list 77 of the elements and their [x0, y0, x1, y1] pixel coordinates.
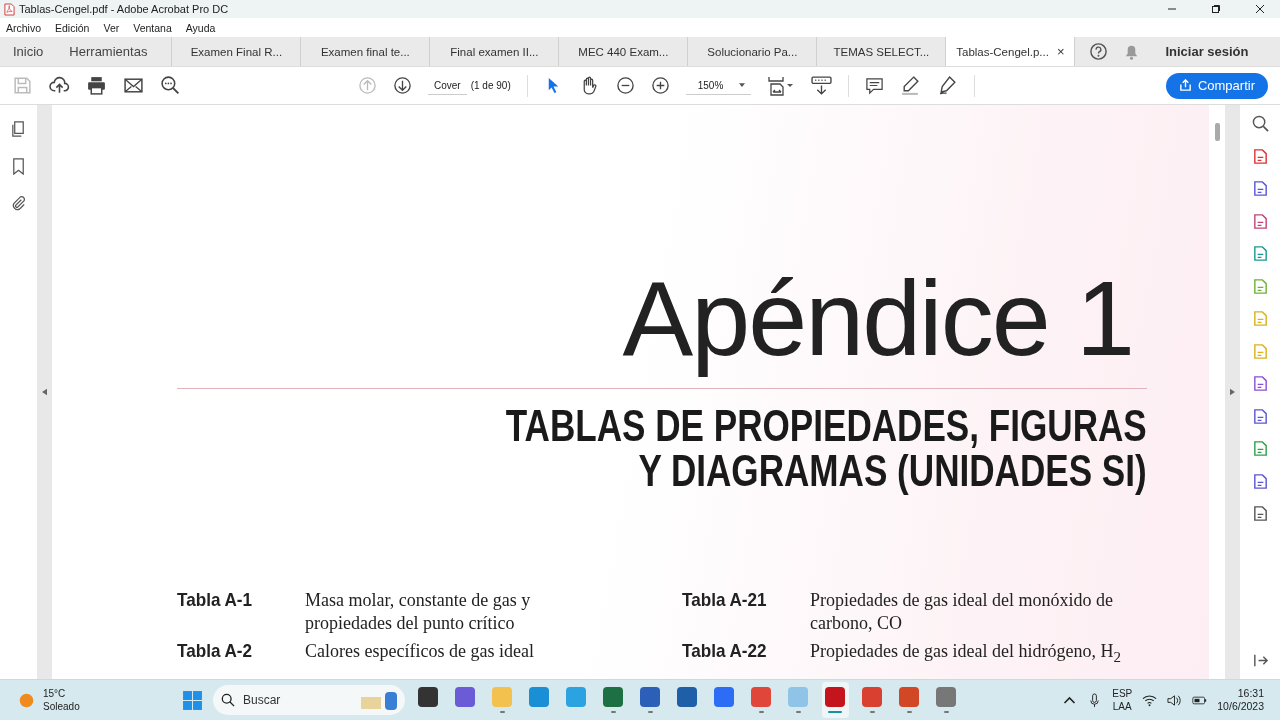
- temperature: 15°C: [43, 687, 67, 700]
- table-description: Propiedades de gas ideal del monóxido de carbono, CO: [810, 589, 1114, 636]
- speaker-icon[interactable]: [1167, 692, 1183, 708]
- table-description: Masa molar, constante de gas y propiedades del punto crítico: [305, 589, 532, 636]
- restore-icon[interactable]: [1211, 4, 1221, 14]
- zoom-tool-icon[interactable]: [1251, 115, 1269, 132]
- bookmark-icon[interactable]: [10, 158, 27, 175]
- tool-icon[interactable]: [1251, 212, 1269, 230]
- taskbar-search-field[interactable]: Buscar: [213, 685, 405, 715]
- paperclip-icon[interactable]: [10, 195, 27, 212]
- menu-item[interactable]: Ayuda: [185, 21, 216, 34]
- page-number-field[interactable]: Cover: [428, 76, 467, 95]
- expand-left-icon[interactable]: [42, 388, 47, 396]
- share-icon: [1178, 79, 1192, 92]
- chapter-heading: TABLAS DE PROPIEDADES, FIGURAS: [506, 403, 1147, 449]
- document-tab[interactable]: MEC 440 Exam...: [558, 37, 688, 66]
- nav-tab[interactable]: Herramientas: [56, 37, 172, 66]
- next-page-icon[interactable]: [393, 76, 412, 95]
- collapse-panel-icon[interactable]: [1251, 652, 1269, 669]
- clock[interactable]: 16:31 10/6/2023: [1217, 687, 1268, 713]
- chapter-heading: Y DIAGRAMAS (UNIDADES SI): [638, 448, 1147, 494]
- table-label: Tabla A-1: [177, 589, 254, 613]
- search-icon[interactable]: [160, 75, 181, 96]
- table-description: Calores específicos de gas ideal: [305, 640, 535, 664]
- menu-item[interactable]: Ventana: [133, 21, 172, 34]
- menu-item[interactable]: Ver: [103, 21, 120, 34]
- tab-close-button[interactable]: ×: [1056, 44, 1065, 59]
- table-label: Tabla A-2: [177, 640, 254, 664]
- page-count: (1 de 90): [470, 80, 511, 91]
- weather-condition: Soleado: [43, 700, 80, 713]
- close-icon[interactable]: [1255, 4, 1265, 14]
- scroll-mode-icon[interactable]: [811, 75, 833, 96]
- tool-icon[interactable]: [1251, 375, 1269, 392]
- tool-icon[interactable]: [1251, 472, 1269, 490]
- pen-sign-icon[interactable]: [937, 75, 959, 96]
- nav-tab[interactable]: Inicio: [0, 37, 57, 66]
- tool-icon[interactable]: [1251, 407, 1269, 425]
- table-label: Tabla A-21: [682, 589, 768, 613]
- search-icon: [221, 693, 235, 707]
- sign-in-link[interactable]: Iniciar sesión: [1165, 44, 1249, 59]
- zoom-in-icon[interactable]: [650, 76, 670, 95]
- menu-item[interactable]: Edición: [55, 21, 90, 34]
- zoom-out-icon[interactable]: [615, 76, 635, 95]
- language-indicator[interactable]: ESP LAA: [1112, 687, 1133, 713]
- fit-page-icon[interactable]: [767, 75, 796, 96]
- expand-right-icon[interactable]: [1230, 388, 1235, 396]
- menu-item[interactable]: Archivo: [6, 21, 41, 34]
- tool-icon[interactable]: [1251, 180, 1269, 197]
- table-description: Propiedades de gas ideal del hidrógeno, H$_{2}$: [810, 640, 1122, 667]
- tool-icon[interactable]: [1251, 505, 1269, 522]
- pdf-file-icon: [4, 2, 15, 16]
- tool-icon[interactable]: [1251, 440, 1269, 457]
- tool-icon[interactable]: [1251, 245, 1269, 262]
- tool-icon[interactable]: [1251, 147, 1269, 165]
- help-icon[interactable]: [1089, 42, 1109, 61]
- windows-start-icon[interactable]: [182, 689, 203, 711]
- wifi-icon[interactable]: [1142, 692, 1158, 708]
- document-tab[interactable]: Tablas-Cengel.p... ×: [945, 37, 1075, 66]
- document-tab[interactable]: Solucionario Pa...: [687, 37, 817, 66]
- zoom-dropdown[interactable]: 150%: [685, 76, 752, 95]
- comment-icon[interactable]: [865, 76, 885, 95]
- document-tab[interactable]: Examen Final R...: [171, 37, 301, 66]
- mail-icon[interactable]: [123, 75, 144, 96]
- scrollbar-thumb[interactable]: [1214, 123, 1220, 141]
- window-title: Tablas-Cengel.pdf - Adobe Acrobat Pro DC: [19, 3, 229, 15]
- caret-icon[interactable]: [739, 83, 746, 87]
- pages-icon[interactable]: [10, 121, 27, 138]
- table-label: Tabla A-22: [682, 640, 768, 664]
- sun-icon: [18, 691, 35, 709]
- cloud-upload-icon[interactable]: [49, 75, 70, 96]
- document-tab[interactable]: Final examen II...: [429, 37, 559, 66]
- print-icon[interactable]: [86, 75, 107, 96]
- taskbar-app[interactable]: [822, 682, 849, 718]
- appendix-title: Apéndice 1: [622, 258, 1133, 379]
- document-tab[interactable]: Examen final te...: [300, 37, 430, 66]
- highlighter-icon[interactable]: [900, 75, 922, 96]
- share-button[interactable]: Compartir: [1165, 72, 1268, 99]
